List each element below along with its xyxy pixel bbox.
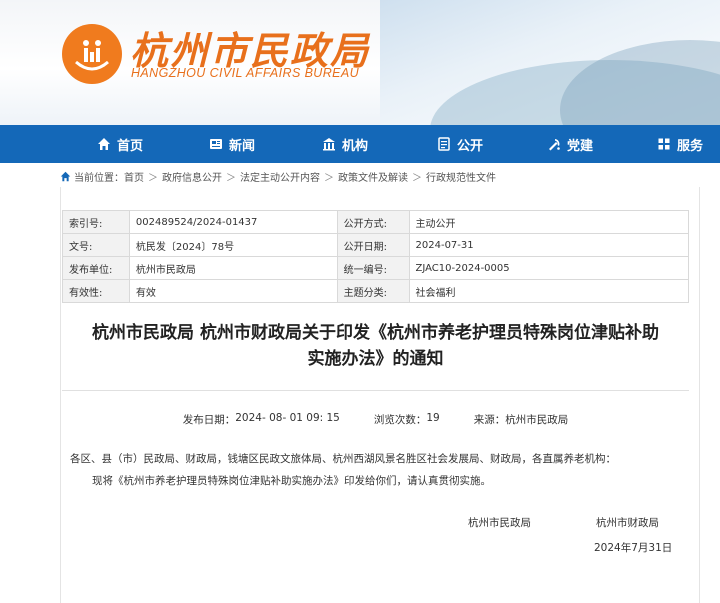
institution-icon	[322, 138, 335, 151]
table-row: 发布单位: 杭州市民政局 统一编号: ZJAC10-2024-0005	[62, 256, 690, 280]
publish-date-label: 发布日期：	[182, 414, 236, 426]
breadcrumb-separator: ＞	[324, 172, 334, 184]
home-icon	[97, 138, 110, 150]
meta-value: 杭州市民政局	[128, 256, 338, 280]
meta-label: 统一编号:	[336, 256, 410, 280]
breadcrumb-prefix: 当前位置：	[74, 172, 124, 184]
nav-item-label: 党建	[566, 138, 593, 154]
meta-label: 文号:	[62, 233, 130, 257]
document-body: 各区、县（市）民政局、财政局，钱塘区民政文旅体局、杭州西湖风景名胜区社会发展局、…	[70, 448, 690, 492]
nav-item-label: 首页	[116, 138, 143, 154]
meta-value: 有效	[128, 279, 338, 303]
document-title-line: 杭州市民政局 杭州市财政局关于印发《杭州市养老护理员特殊岗位津贴补助	[92, 323, 659, 343]
source-label: 来源：	[473, 414, 506, 426]
signer-finance: 杭州市财政局	[596, 517, 659, 529]
view-count-label: 浏览次数：	[373, 414, 427, 426]
meta-value: 主动公开	[408, 210, 690, 234]
nav-item-party[interactable]: 党建	[530, 125, 610, 163]
home-icon	[60, 171, 71, 181]
view-count-value: 19	[426, 412, 440, 424]
breadcrumb-link-normative[interactable]: 行政规范性文件	[426, 169, 496, 184]
nav-item-news[interactable]: 新闻	[192, 125, 272, 163]
body-paragraph: 各区、县（市）民政局、财政局，钱塘区民政文旅体局、杭州西湖风景名胜区社会发展局、…	[70, 453, 616, 465]
breadcrumb-separator: ＞	[148, 172, 158, 184]
meta-value: 社会福利	[408, 279, 690, 303]
breadcrumb-link-policy[interactable]: 政策文件及解读	[338, 169, 408, 184]
divider	[62, 390, 689, 391]
meta-value: ZJAC10-2024-0005	[408, 256, 690, 280]
table-row: 有效性: 有效 主题分类: 社会福利	[62, 279, 690, 303]
table-row: 索引号: 002489524/2024-01437 公开方式: 主动公开	[62, 210, 690, 234]
body-paragraph: 现将《杭州市养老护理员特殊岗位津贴补助实施办法》印发给你们，请认真贯彻实施。	[92, 475, 491, 487]
nav-item-institution[interactable]: 机构	[305, 125, 385, 163]
document-date: 2024年7月31日	[594, 542, 673, 554]
nav-item-home[interactable]: 首页	[80, 125, 160, 163]
publish-info: 发布日期： 2024- 08- 01 09: 15 浏览次数： 19 来源： 杭…	[62, 412, 689, 427]
breadcrumb-link-statutory[interactable]: 法定主动公开内容	[240, 169, 320, 184]
site-header: 杭州市民政局 HANGZHOU CIVIL AFFAIRS BUREAU	[0, 0, 720, 125]
news-icon	[209, 139, 222, 149]
meta-label: 主题分类:	[336, 279, 410, 303]
nav-item-disclosure[interactable]: 公开	[420, 125, 500, 163]
table-row: 文号: 杭民发〔2024〕78号 公开日期: 2024-07-31	[62, 233, 690, 257]
signer-civil-affairs: 杭州市民政局	[468, 517, 531, 529]
disclosure-icon	[438, 137, 450, 151]
nav-item-label: 公开	[456, 138, 483, 154]
publish-date-value: 2024- 08- 01 09: 15	[235, 412, 340, 424]
meta-label: 公开方式:	[336, 210, 410, 234]
meta-label: 索引号:	[62, 210, 130, 234]
logo[interactable]	[62, 24, 122, 84]
civil-affairs-logo-icon	[75, 40, 109, 71]
nav-item-label: 服务	[676, 138, 703, 154]
service-icon	[658, 138, 670, 150]
document-meta-table: 索引号: 002489524/2024-01437 公开方式: 主动公开 文号:…	[62, 210, 690, 303]
breadcrumb: 当前位置： 首页 ＞ 政府信息公开 ＞ 法定主动公开内容 ＞ 政策文件及解读 ＞…	[60, 168, 496, 184]
document-title-line: 实施办法》的通知	[307, 349, 444, 369]
nav-item-label: 机构	[341, 138, 368, 154]
breadcrumb-separator: ＞	[226, 172, 236, 184]
party-icon	[548, 139, 560, 151]
nav-item-label: 新闻	[228, 138, 255, 154]
meta-value: 2024-07-31	[408, 233, 690, 257]
meta-value: 002489524/2024-01437	[128, 210, 338, 234]
site-subtitle: HANGZHOU CIVIL AFFAIRS BUREAU	[131, 66, 360, 80]
nav-item-service[interactable]: 服务	[640, 125, 720, 163]
main-nav: 首页 新闻 机构 公开 党建 服务	[0, 125, 720, 163]
meta-label: 发布单位:	[62, 256, 130, 280]
source-value: 杭州市民政局	[505, 414, 569, 426]
meta-label: 公开日期:	[336, 233, 410, 257]
breadcrumb-link-home[interactable]: 首页	[124, 169, 144, 184]
meta-value: 杭民发〔2024〕78号	[128, 233, 338, 257]
meta-label: 有效性:	[62, 279, 130, 303]
document-title: 杭州市民政局 杭州市财政局关于印发《杭州市养老护理员特殊岗位津贴补助 实施办法》…	[62, 320, 689, 372]
breadcrumb-separator: ＞	[412, 172, 422, 184]
breadcrumb-link-gov-info[interactable]: 政府信息公开	[162, 169, 222, 184]
